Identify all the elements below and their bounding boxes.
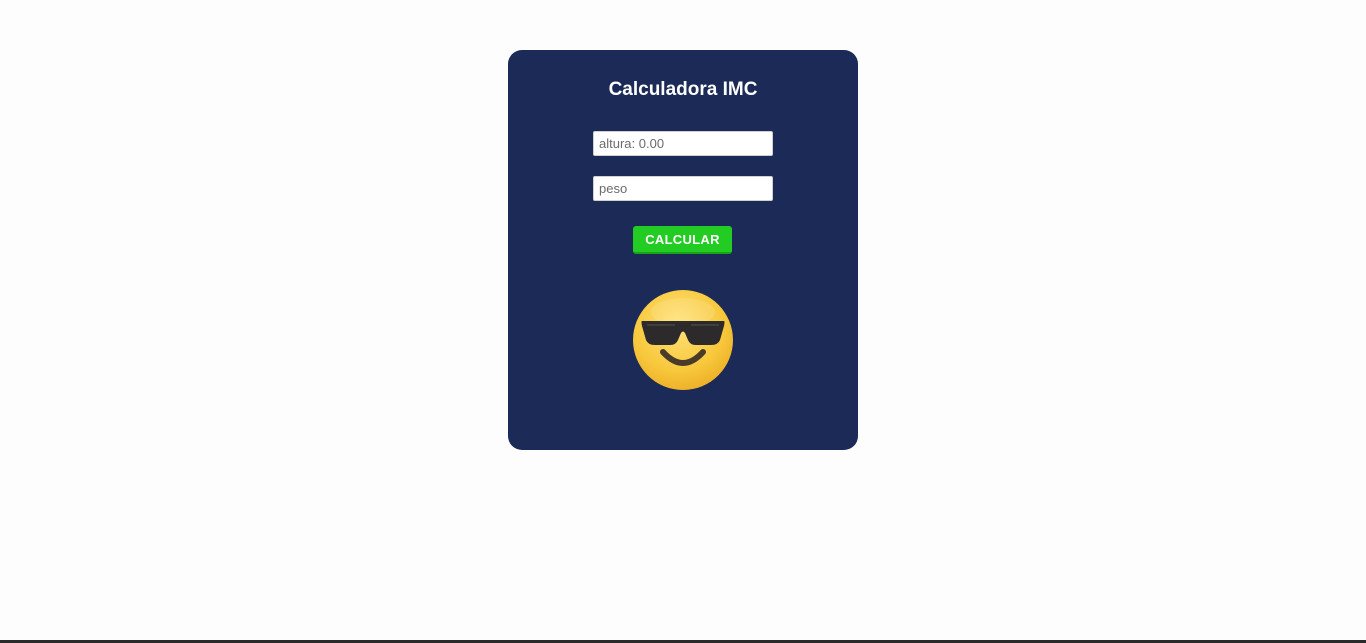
peso-input[interactable] — [593, 176, 773, 201]
page-title: Calculadora IMC — [608, 79, 758, 100]
smiling-face-with-sunglasses-icon — [633, 290, 733, 390]
altura-input[interactable] — [593, 131, 773, 156]
calculate-button[interactable]: CALCULAR — [633, 226, 732, 254]
imc-calculator-card: Calculadora IMC CALCULAR — [508, 50, 858, 450]
